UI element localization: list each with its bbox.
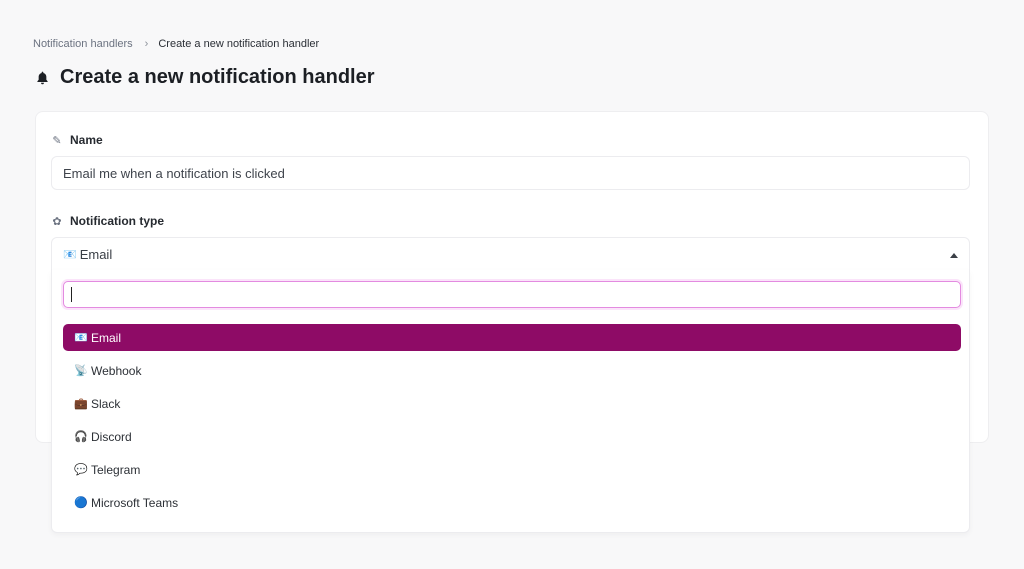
text-cursor bbox=[71, 287, 72, 302]
speech-bubble-icon: 💬 bbox=[74, 464, 88, 476]
signature-icon: ✎ bbox=[52, 134, 62, 147]
briefcase-icon: 💼 bbox=[74, 398, 88, 410]
notification-type-select[interactable]: 📧 Email bbox=[51, 237, 970, 271]
chevron-right-icon: › bbox=[144, 38, 149, 50]
notification-type-label-text: Notification type bbox=[70, 214, 165, 228]
bell-icon bbox=[37, 71, 48, 84]
breadcrumb: Notification handlers › Create a new not… bbox=[33, 38, 319, 50]
page-header: Create a new notification handler bbox=[35, 66, 375, 89]
notification-type-label: ✿ Notification type bbox=[51, 214, 164, 228]
option-label: Microsoft Teams bbox=[91, 495, 179, 510]
option-label: Email bbox=[91, 330, 122, 345]
notification-type-dropdown: 📧 Email 📡 Webhook 💼 Slack 🎧 Discord 💬 Te… bbox=[51, 270, 970, 533]
option-label: Slack bbox=[91, 396, 121, 411]
caret-up-icon[interactable] bbox=[950, 253, 958, 258]
email-icon: 📧 bbox=[74, 332, 88, 344]
dropdown-search-input[interactable] bbox=[63, 281, 961, 308]
name-input[interactable] bbox=[51, 156, 970, 190]
breadcrumb-current: Create a new notification handler bbox=[158, 38, 320, 50]
blue-circle-icon: 🔵 bbox=[74, 497, 88, 509]
option-telegram[interactable]: 💬 Telegram bbox=[63, 456, 961, 483]
headphones-icon: 🎧 bbox=[74, 431, 88, 443]
option-discord[interactable]: 🎧 Discord bbox=[63, 423, 961, 450]
option-email[interactable]: 📧 Email bbox=[63, 324, 961, 351]
option-slack[interactable]: 💼 Slack bbox=[63, 390, 961, 417]
option-label: Webhook bbox=[91, 363, 142, 378]
name-label-text: Name bbox=[70, 133, 103, 147]
option-webhook[interactable]: 📡 Webhook bbox=[63, 357, 961, 384]
option-label: Discord bbox=[91, 429, 132, 444]
option-label: Telegram bbox=[91, 462, 141, 477]
email-icon: 📧 bbox=[63, 248, 77, 261]
dropdown-options-list: 📧 Email 📡 Webhook 💼 Slack 🎧 Discord 💬 Te… bbox=[63, 324, 961, 522]
brain-icon: ✿ bbox=[52, 215, 62, 228]
option-microsoft-teams[interactable]: 🔵 Microsoft Teams bbox=[63, 489, 961, 516]
breadcrumb-link-notification-handlers[interactable]: Notification handlers bbox=[33, 38, 133, 50]
page-title: Create a new notification handler bbox=[60, 66, 375, 88]
name-field-label: ✎ Name bbox=[51, 133, 103, 147]
selected-type-value: Email bbox=[79, 246, 113, 262]
satellite-antenna-icon: 📡 bbox=[74, 365, 88, 377]
